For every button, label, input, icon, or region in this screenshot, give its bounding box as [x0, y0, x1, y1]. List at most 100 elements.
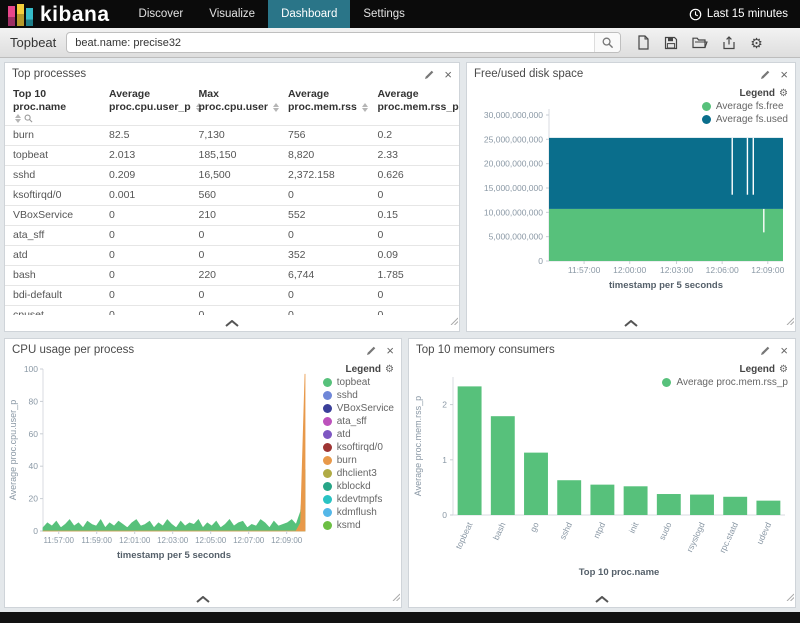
legend-item[interactable]: kblockd	[323, 481, 394, 492]
edit-panel-button[interactable]	[760, 345, 771, 356]
axis-label: 20	[29, 494, 39, 504]
axis-label: 30,000,000,000	[484, 110, 543, 120]
legend-label: topbeat	[337, 377, 370, 388]
legend-swatch	[702, 102, 711, 111]
legend-gear-icon[interactable]: ⚙	[779, 88, 788, 99]
cell-value: 0	[101, 286, 191, 306]
edit-panel-button[interactable]	[760, 69, 771, 80]
sort-icon[interactable]	[362, 103, 368, 112]
column-header-proc-name[interactable]: Top 10 proc.name	[5, 85, 101, 126]
legend-item[interactable]: Average fs.used	[702, 114, 788, 125]
legend-item[interactable]: ksmd	[323, 520, 394, 531]
legend-label: dhclient3	[337, 468, 377, 479]
cell-value: 0	[101, 226, 191, 246]
legend-label: ata_sff	[337, 416, 367, 427]
bar-bash	[491, 416, 515, 515]
resize-handle[interactable]	[786, 588, 794, 606]
column-header-max-cpu[interactable]: Max proc.cpu.user	[191, 85, 281, 126]
search-button[interactable]	[594, 33, 620, 52]
pencil-icon	[366, 345, 377, 356]
resize-handle[interactable]	[786, 312, 794, 330]
load-dashboard-button[interactable]	[692, 36, 708, 49]
cell-value: 0	[370, 226, 460, 246]
legend-item[interactable]: dhclient3	[323, 468, 394, 479]
options-button[interactable]: ⚙	[750, 36, 763, 50]
table-row: cpuset0000	[5, 306, 459, 316]
legend-item[interactable]: kdevtmpfs	[323, 494, 394, 505]
panel-cpu-usage: CPU usage per process × Legend⚙ topbeats…	[4, 338, 402, 608]
legend-item[interactable]: sshd	[323, 390, 394, 401]
axis-label: 11:59:00	[81, 536, 112, 545]
legend-item[interactable]: Average fs.free	[702, 101, 788, 112]
column-header-avg-rss[interactable]: Average proc.mem.rss	[280, 85, 370, 126]
bar-rsyslogd	[690, 495, 714, 515]
legend-item[interactable]: ksoftirqd/0	[323, 442, 394, 453]
legend-swatch	[702, 115, 711, 124]
cell-value: 0	[191, 226, 281, 246]
legend-item[interactable]: atd	[323, 429, 394, 440]
collapse-button[interactable]	[585, 594, 619, 605]
legend-gear-icon[interactable]: ⚙	[385, 364, 394, 375]
legend-item[interactable]: burn	[323, 455, 394, 466]
nav-item-settings[interactable]: Settings	[350, 0, 418, 28]
panel-disk-space: Free/used disk space × Legend⚙ Average f…	[466, 62, 796, 332]
column-header-avg-cpu[interactable]: Average proc.cpu.user_p	[101, 85, 191, 126]
axis-label: 12:03:00	[660, 265, 693, 275]
column-search-icon[interactable]	[24, 114, 33, 123]
nav-item-visualize[interactable]: Visualize	[196, 0, 268, 28]
close-icon: ×	[444, 68, 452, 81]
legend-gear-icon[interactable]: ⚙	[779, 364, 788, 375]
sort-icon[interactable]	[15, 114, 21, 123]
bar-label: sshd	[557, 520, 574, 541]
axis-label: 11:57:00	[568, 265, 601, 275]
resize-handle[interactable]	[392, 588, 400, 606]
bar-label: rpc.statd	[717, 520, 740, 554]
legend-item[interactable]: VBoxService	[323, 403, 394, 414]
collapse-button[interactable]	[614, 318, 648, 329]
time-picker[interactable]: Last 15 minutes	[689, 8, 800, 21]
cell-value: 185,150	[191, 146, 281, 166]
cell-value: 0	[280, 226, 370, 246]
kibana-logo[interactable]: kibana	[0, 0, 126, 28]
cell-value: 0	[191, 286, 281, 306]
close-panel-button[interactable]: ×	[780, 68, 788, 81]
legend-item[interactable]: topbeat	[323, 377, 394, 388]
gear-icon: ⚙	[750, 36, 763, 50]
collapse-button[interactable]	[215, 318, 249, 329]
close-panel-button[interactable]: ×	[780, 344, 788, 357]
close-panel-button[interactable]: ×	[386, 344, 394, 357]
collapse-button[interactable]	[186, 594, 220, 605]
chevron-up-icon	[624, 320, 638, 327]
cell-value: 1.785	[370, 266, 460, 286]
new-dashboard-button[interactable]	[637, 35, 650, 50]
legend-item[interactable]: kdmflush	[323, 507, 394, 518]
legend-item[interactable]: Average proc.mem.rss_p	[662, 377, 788, 388]
legend-swatch	[323, 378, 332, 387]
bar-label: init	[627, 520, 641, 535]
cell-proc-name: ata_sff	[5, 226, 101, 246]
sort-icon[interactable]	[273, 103, 279, 112]
legend-item[interactable]: ata_sff	[323, 416, 394, 427]
bar-label: ntpd	[591, 520, 607, 539]
y-axis-title: Average proc.mem.rss_p	[413, 396, 423, 496]
resize-corner-icon	[450, 317, 458, 325]
share-dashboard-button[interactable]	[722, 36, 736, 50]
cell-value: 0.09	[370, 246, 460, 266]
search-input[interactable]	[67, 33, 594, 52]
legend-label: VBoxService	[337, 403, 394, 414]
nav-item-discover[interactable]: Discover	[126, 0, 197, 28]
bar-label: rsyslogd	[684, 520, 707, 553]
edit-panel-button[interactable]	[424, 69, 435, 80]
disk-legend-items: Average fs.free Average fs.used	[702, 101, 788, 125]
cell-proc-name: burn	[5, 126, 101, 146]
cell-proc-name: cpuset	[5, 306, 101, 316]
save-dashboard-button[interactable]	[664, 36, 678, 50]
axis-label: 80	[29, 396, 39, 406]
edit-panel-button[interactable]	[366, 345, 377, 356]
close-panel-button[interactable]: ×	[444, 68, 452, 81]
column-header-avg-rss-p[interactable]: Average proc.mem.rss_p	[370, 85, 460, 126]
bar-init	[624, 486, 648, 515]
bar-label: udevd	[754, 520, 773, 545]
nav-item-dashboard[interactable]: Dashboard	[268, 0, 350, 28]
resize-handle[interactable]	[450, 312, 458, 330]
